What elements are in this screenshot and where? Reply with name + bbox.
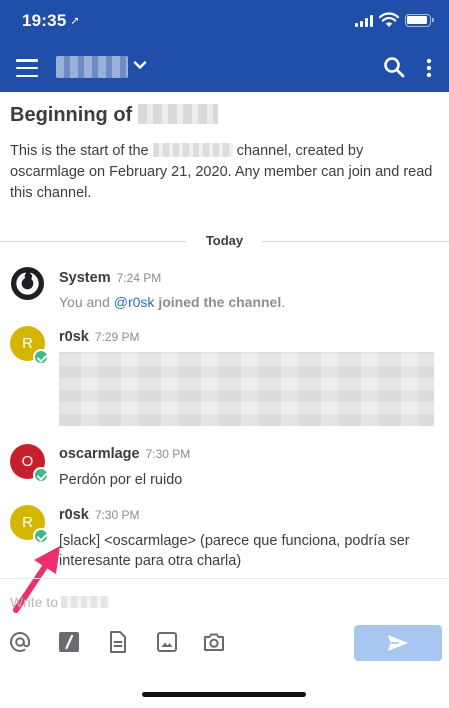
post-author[interactable]: r0sk 7:30 PM xyxy=(59,507,140,523)
post-time: 7:29 PM xyxy=(94,330,140,344)
redacted-message xyxy=(59,352,434,426)
mattermost-logo-icon xyxy=(10,266,45,301)
author-name[interactable]: oscarmlage xyxy=(59,446,140,462)
post-message: You and @r0sk joined the channel. xyxy=(59,292,439,312)
intro-title-text: Beginning of xyxy=(10,104,133,126)
slash-command-icon[interactable] xyxy=(57,630,81,654)
user-mention-link[interactable]: @r0sk xyxy=(114,294,155,310)
home-indicator xyxy=(142,692,306,697)
search-icon[interactable] xyxy=(382,55,406,79)
battery-icon xyxy=(405,14,434,27)
date-separator: Today xyxy=(0,232,449,250)
avatar[interactable]: R xyxy=(10,505,49,544)
avatar[interactable]: O xyxy=(10,444,49,483)
hamburger-menu-icon[interactable] xyxy=(14,56,40,80)
post-author[interactable]: r0sk 7:29 PM xyxy=(59,329,140,345)
send-icon xyxy=(388,635,408,651)
post-time: 7:24 PM xyxy=(116,271,162,285)
post-author[interactable]: oscarmlage 7:30 PM xyxy=(59,446,190,462)
online-status-icon xyxy=(33,349,49,365)
chevron-down-icon[interactable] xyxy=(132,57,148,73)
post-message: Perdón por el ruido xyxy=(59,472,183,488)
camera-icon[interactable] xyxy=(202,630,226,654)
post-time: 7:30 PM xyxy=(145,447,191,461)
online-status-icon xyxy=(33,467,49,483)
send-button[interactable] xyxy=(354,625,442,661)
message-input[interactable]: Write to xyxy=(10,594,430,616)
intro-text-start: This is the start of the xyxy=(10,143,149,159)
avatar-initial: R xyxy=(22,514,33,531)
separator-line xyxy=(262,241,449,242)
author-name[interactable]: r0sk xyxy=(59,507,89,523)
status-time: 19:35 ➚ xyxy=(22,11,80,31)
post-time: 7:30 PM xyxy=(94,508,140,522)
author-name[interactable]: r0sk xyxy=(59,329,89,345)
avatar-initial: R xyxy=(22,335,33,352)
system-text-suffix: joined the channel xyxy=(154,294,282,310)
channel-nav-bar xyxy=(0,44,449,92)
avatar[interactable]: R xyxy=(10,326,49,365)
at-mention-icon[interactable] xyxy=(8,630,32,654)
redacted-channel-name xyxy=(138,104,219,124)
input-divider xyxy=(0,578,449,579)
status-bar: 19:35 ➚ xyxy=(0,0,449,44)
more-vertical-icon[interactable] xyxy=(424,56,434,80)
redacted-channel-name xyxy=(152,143,233,157)
input-placeholder: Write to xyxy=(10,594,58,610)
channel-intro-title: Beginning of xyxy=(10,104,219,127)
system-text-prefix: You and xyxy=(59,294,114,310)
post-author[interactable]: System 7:24 PM xyxy=(59,270,161,286)
cellular-signal-icon xyxy=(355,15,373,27)
author-name[interactable]: System xyxy=(59,270,111,286)
wifi-icon xyxy=(379,12,399,27)
image-icon[interactable] xyxy=(155,630,179,654)
location-arrow-icon: ➚ xyxy=(70,15,80,27)
post-message: [slack] <oscarmlage> (parece que funcion… xyxy=(59,533,410,569)
channel-intro-text: This is the start of the channel, create… xyxy=(10,141,440,204)
avatar-initial: O xyxy=(21,453,34,470)
file-icon[interactable] xyxy=(106,630,130,654)
status-time-text: 19:35 xyxy=(22,11,67,30)
channel-name-redacted[interactable] xyxy=(56,56,128,78)
redacted-channel-name xyxy=(60,596,109,608)
app-header: 19:35 ➚ xyxy=(0,0,449,92)
system-text-end: . xyxy=(281,294,286,310)
